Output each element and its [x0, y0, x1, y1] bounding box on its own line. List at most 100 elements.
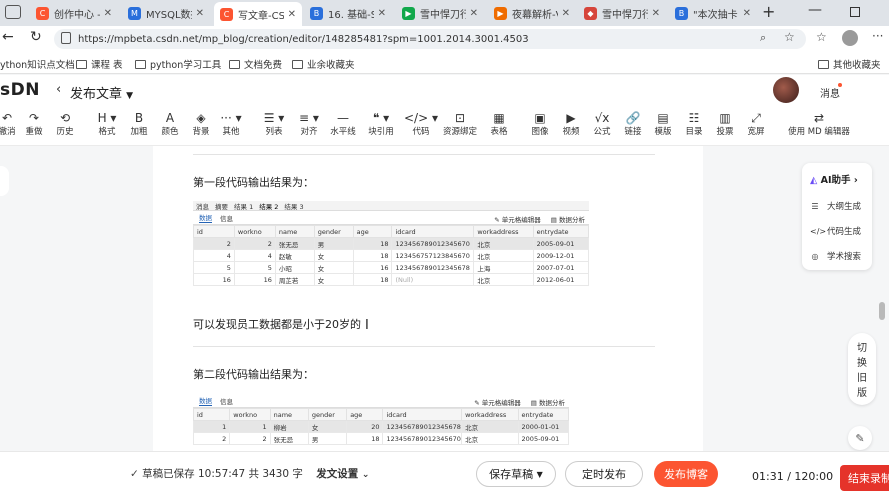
toolbar-align-button[interactable]: ≡ ▾ 对齐 — [292, 110, 326, 138]
toolbar-resource-button[interactable]: ⊡ 资源绑定 — [443, 110, 477, 138]
browser-tab[interactable]: ▶ 雪中悍刀行 ✕ — [396, 2, 484, 24]
toolbar-formula-button[interactable]: √x 公式 — [585, 110, 619, 138]
toolbar-table-button[interactable]: ▦ 表格 — [482, 110, 516, 138]
toolbar-quote-button[interactable]: ❝ ▾ 块引用 — [364, 110, 398, 138]
ai-search-item[interactable]: ◎ 学术搜索 — [810, 250, 862, 263]
column-header: entrydate — [532, 225, 589, 238]
save-draft-button[interactable]: 保存草稿 ▼ — [476, 461, 556, 487]
tab-actions-icon[interactable] — [5, 5, 21, 19]
favorites-icon[interactable]: ☆ — [816, 30, 827, 44]
search-icon[interactable]: ⌕ — [760, 31, 766, 45]
side-collapse-handle[interactable] — [0, 166, 9, 196]
table-cell: 张无忌 — [274, 237, 315, 250]
video-icon: ▶ — [566, 111, 576, 125]
new-tab-icon[interactable]: + — [762, 2, 775, 21]
maximize-icon[interactable] — [850, 7, 860, 17]
column-header: workaddress — [461, 408, 519, 421]
toolbar-hr-button[interactable]: — 水平线 — [326, 110, 360, 138]
site-info-icon[interactable] — [61, 32, 71, 44]
browser-tab[interactable]: C写文章-CSD✕ — [214, 2, 302, 26]
schedule-publish-button[interactable]: 定时发布 — [565, 461, 643, 487]
toolbar-video-button[interactable]: ▶ 视频 — [554, 110, 588, 138]
back-icon[interactable]: ← — [2, 29, 14, 45]
divider — [193, 346, 655, 347]
table-cell: 男 — [307, 432, 348, 445]
toolbar-history-button[interactable]: ⟲ 历史 — [48, 110, 82, 138]
folder-icon — [135, 59, 146, 69]
column-header: workno — [233, 225, 276, 238]
toolbar-link-button[interactable]: 🔗 链接 — [616, 110, 650, 138]
messages-link[interactable]: 消息 — [820, 85, 840, 100]
table-cell: 女 — [313, 249, 354, 262]
column-header: name — [274, 225, 315, 238]
template-icon: ▤ — [657, 111, 669, 125]
ai-assistant-button[interactable]: ◭ AI助手 › — [810, 172, 858, 186]
bold-icon: B — [134, 111, 144, 125]
result-tab: 结果 2 — [259, 202, 279, 211]
toolbar-list-button[interactable]: ☰ ▾ 列表 — [257, 110, 291, 138]
toolbar-code-button[interactable]: </> ▾ 代码 — [404, 110, 438, 138]
toolbar-bold-button[interactable]: B 加粗 — [122, 110, 156, 138]
favorite-star-icon[interactable]: ☆ — [784, 30, 795, 44]
toolbar-toc-button[interactable]: ☷ 目录 — [677, 110, 711, 138]
back-chevron-icon[interactable]: ‹ — [56, 82, 61, 97]
end-recording-button[interactable]: 结束录制 — [840, 465, 889, 491]
close-tab-icon[interactable]: ✕ — [104, 8, 112, 19]
browser-tab[interactable]: B "本次抽卡 ✕ — [669, 2, 757, 24]
reload-icon[interactable]: ↻ — [30, 29, 42, 45]
scrollbar-thumb[interactable] — [879, 302, 885, 320]
toolbar-background-button[interactable]: ◈ 背景 — [184, 110, 218, 138]
bookmark-item[interactable]: 文档免费 — [229, 57, 282, 71]
table-cell: 123456789012345678 — [382, 420, 463, 433]
bookmark-item[interactable]: 业余收藏夹 — [292, 57, 355, 71]
link-icon: 🔗 — [625, 111, 641, 125]
toolbar-other-button[interactable]: ··· ▾ 其他 — [214, 110, 248, 138]
ai-outline-item[interactable]: ☰ 大纲生成 — [810, 200, 861, 213]
close-tab-icon[interactable]: ✕ — [378, 8, 386, 19]
table-row: 2 2 张无忌男 18 123456789012345670 北京 2005-09-01 — [193, 237, 589, 250]
bookmark-other[interactable]: 其他收藏夹 — [818, 57, 881, 71]
switch-old-version-button[interactable]: 切 换 旧 版 — [848, 333, 876, 405]
profile-icon[interactable] — [842, 30, 858, 46]
toolbar-widescreen-button[interactable]: ⤢ 宽屏 — [739, 110, 773, 138]
divider — [193, 154, 655, 155]
close-tab-icon[interactable]: ✕ — [743, 8, 751, 19]
table-cell: 2012-06-01 — [532, 273, 589, 286]
avatar[interactable] — [773, 77, 799, 103]
url-field[interactable]: https://mpbeta.csdn.net/mp_blog/creation… — [54, 29, 806, 49]
toolbar-format-button[interactable]: H ▾ 格式 — [90, 110, 124, 138]
browser-tab[interactable]: C 创作中心 - ✕ — [30, 2, 118, 24]
browser-tab[interactable]: ◆ 雪中悍刀行 ✕ — [578, 2, 666, 24]
browser-tab[interactable]: ▶ 夜幕解析-V ✕ — [488, 2, 576, 24]
editor-content[interactable]: 第一段代码输出结果为： 消息 摘要 结果 1 结果 2 结果 3 数据 信息 ✎ 单元格… — [153, 146, 703, 451]
table-cell: 18 — [352, 273, 393, 286]
bookmark-item[interactable]: 课程 表 — [76, 57, 123, 71]
toolbar-md-editor-button[interactable]: ⇄ 使用 MD 编辑器 — [787, 110, 851, 138]
close-tab-icon[interactable]: ✕ — [562, 8, 570, 19]
vote-icon: ▥ — [719, 111, 731, 125]
other-icon: ··· ▾ — [220, 111, 242, 125]
close-tab-icon[interactable]: ✕ — [652, 8, 660, 19]
toolbar-redo-button[interactable]: ↷ 重做 — [17, 110, 51, 138]
toolbar-image-button[interactable]: ▣ 图像 — [523, 110, 557, 138]
close-tab-icon[interactable]: ✕ — [288, 9, 296, 20]
toolbar-template-button[interactable]: ▤ 模版 — [646, 110, 680, 138]
close-tab-icon[interactable]: ✕ — [196, 8, 204, 19]
publish-settings-link[interactable]: 发文设置 ⌄ — [316, 468, 369, 480]
toc-icon: ☷ — [688, 111, 700, 125]
caret-down-icon[interactable]: ▼ — [126, 91, 133, 101]
csdn-logo[interactable]: sDN — [0, 80, 40, 100]
publish-button[interactable]: 发布博客 — [654, 461, 718, 487]
browser-tab[interactable]: MMYSQL数据✕ — [122, 2, 210, 24]
ai-code-item[interactable]: </> 代码生成 — [810, 225, 861, 238]
bookmark-item[interactable]: ython知识点文档 — [0, 57, 75, 71]
formula-icon: √x — [594, 111, 610, 125]
toolbar-vote-button[interactable]: ▥ 投票 — [708, 110, 742, 138]
browser-tab[interactable]: B16. 基础-SQ✕ — [304, 2, 392, 24]
close-tab-icon[interactable]: ✕ — [470, 8, 478, 19]
minimize-icon[interactable]: — — [808, 2, 822, 18]
bookmark-item[interactable]: python学习工具 — [135, 57, 221, 71]
toolbar-color-button[interactable]: A 颜色 — [153, 110, 187, 138]
menu-icon[interactable]: ··· — [872, 29, 883, 43]
edit-icon[interactable]: ✎ — [848, 426, 872, 450]
